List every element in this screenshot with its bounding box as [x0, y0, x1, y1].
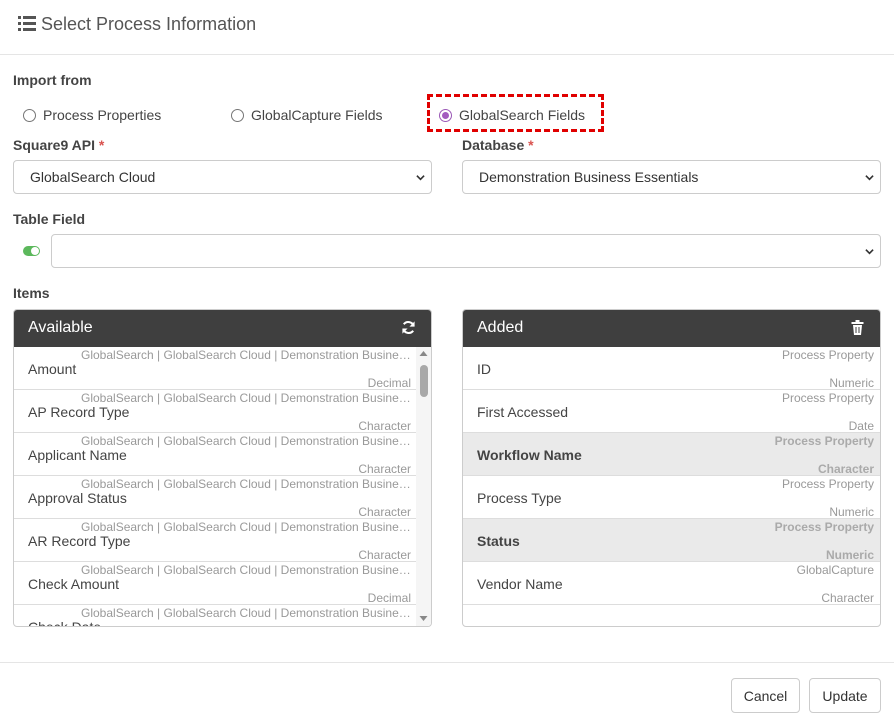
import-from-label: Import from	[13, 72, 92, 88]
item-type: Character	[358, 462, 411, 476]
item-source: GlobalSearch | GlobalSearch Cloud | Demo…	[81, 520, 411, 534]
item-name: Check Amount	[28, 576, 120, 592]
radio-label: Process Properties	[43, 107, 162, 123]
item-source: Process Property	[781, 477, 874, 491]
items-label: Items	[13, 285, 50, 301]
table-field-toggle[interactable]	[23, 246, 40, 256]
cancel-button[interactable]: Cancel	[731, 678, 800, 713]
item-type: Decimal	[367, 591, 411, 605]
item-name: Approval Status	[28, 490, 127, 506]
item-name: First Accessed	[477, 404, 569, 420]
item-name: Vendor Name	[477, 576, 563, 592]
dialog-header: Select Process Information	[0, 0, 894, 55]
list-item[interactable]: GlobalSearch | GlobalSearch Cloud | Demo…	[14, 347, 431, 390]
radio-globalcapture-fields[interactable]: GlobalCapture Fields	[231, 107, 383, 123]
table-field-label: Table Field	[13, 211, 86, 227]
item-name: Check Date	[28, 619, 102, 627]
item-source: Process Property	[781, 391, 874, 405]
api-select-value: GlobalSearch Cloud	[30, 169, 156, 185]
item-source: GlobalSearch | GlobalSearch Cloud | Demo…	[81, 563, 411, 577]
database-select-value: Demonstration Business Essentials	[479, 169, 699, 185]
item-name: ID	[477, 361, 491, 377]
item-type: Character	[358, 548, 411, 562]
dialog-title: Select Process Information	[41, 14, 257, 34]
list-item[interactable]: GlobalSearch | GlobalSearch Cloud | Demo…	[14, 605, 431, 627]
api-select[interactable]: GlobalSearch Cloud	[13, 160, 432, 194]
item-source: Process Property	[781, 348, 874, 362]
item-name: AR Record Type	[28, 533, 131, 549]
available-scrollbar[interactable]	[416, 347, 431, 626]
radio-process-properties[interactable]: Process Properties	[23, 107, 161, 123]
item-source: GlobalSearch | GlobalSearch Cloud | Demo…	[81, 477, 411, 491]
item-name: AP Record Type	[28, 404, 130, 420]
available-title: Available	[28, 319, 93, 336]
radio-circle[interactable]	[23, 108, 36, 122]
highlight-annotation	[427, 94, 604, 132]
trash-icon[interactable]	[850, 320, 865, 335]
scroll-down-icon[interactable]	[419, 615, 428, 622]
item-source: GlobalSearch | GlobalSearch Cloud | Demo…	[81, 434, 411, 448]
list-item-selected[interactable]: Process Property Workflow Name Character	[463, 433, 880, 476]
list-icon	[18, 16, 36, 31]
update-button[interactable]: Update	[809, 678, 881, 713]
item-type: Numeric	[829, 376, 874, 390]
available-header: Available	[14, 310, 431, 347]
item-type: Date	[848, 419, 874, 433]
radio-label: GlobalCapture Fields	[251, 107, 383, 123]
item-name: Process Type	[477, 490, 562, 506]
list-item[interactable]: GlobalSearch | GlobalSearch Cloud | Demo…	[14, 562, 431, 605]
item-type: Numeric	[829, 505, 874, 519]
item-type: Decimal	[367, 376, 411, 390]
list-item[interactable]: GlobalCapture Vendor Name Character	[463, 562, 880, 605]
chevron-down-icon	[416, 175, 425, 181]
footer-divider	[0, 662, 894, 663]
radio-circle[interactable]	[231, 108, 244, 122]
available-list[interactable]: GlobalSearch | GlobalSearch Cloud | Demo…	[14, 347, 431, 627]
api-label: Square9 API *	[13, 137, 105, 153]
added-header: Added	[463, 310, 880, 347]
refresh-icon[interactable]	[401, 320, 416, 335]
item-source: Process Property	[774, 520, 874, 534]
required-marker: *	[98, 137, 105, 153]
added-title: Added	[477, 319, 524, 336]
added-list[interactable]: Process Property ID Numeric Process Prop…	[463, 347, 880, 626]
item-type: Character	[358, 505, 411, 519]
list-item-selected[interactable]: Process Property Status Numeric	[463, 519, 880, 562]
item-name: Workflow Name	[477, 447, 582, 463]
required-marker: *	[528, 137, 534, 153]
added-panel: Added Process Property ID Numeric Proces…	[462, 309, 881, 627]
scroll-up-icon[interactable]	[419, 350, 428, 357]
item-source: GlobalSearch | GlobalSearch Cloud | Demo…	[81, 391, 411, 405]
database-label: Database *	[462, 137, 534, 153]
item-name: Applicant Name	[28, 447, 127, 463]
chevron-down-icon	[865, 249, 874, 255]
database-select[interactable]: Demonstration Business Essentials	[462, 160, 881, 194]
item-type: Character	[358, 419, 411, 433]
list-item[interactable]: GlobalSearch | GlobalSearch Cloud | Demo…	[14, 390, 431, 433]
item-source: Process Property	[774, 434, 874, 448]
list-item[interactable]: GlobalSearch | GlobalSearch Cloud | Demo…	[14, 476, 431, 519]
item-source: GlobalCapture	[796, 563, 874, 577]
available-panel: Available GlobalSearch | GlobalSearch Cl…	[13, 309, 432, 627]
chevron-down-icon	[865, 175, 874, 181]
list-item[interactable]: GlobalSearch | GlobalSearch Cloud | Demo…	[14, 433, 431, 476]
list-item[interactable]: Process Property Process Type Numeric	[463, 476, 880, 519]
item-source: GlobalSearch | GlobalSearch Cloud | Demo…	[81, 606, 411, 620]
item-name: Status	[477, 533, 520, 549]
item-name: Amount	[28, 361, 77, 377]
list-item[interactable]: Process Property First Accessed Date	[463, 390, 880, 433]
list-item[interactable]: GlobalSearch | GlobalSearch Cloud | Demo…	[14, 519, 431, 562]
table-field-select[interactable]	[51, 234, 881, 268]
item-type: Character	[821, 591, 874, 605]
item-type: Character	[817, 462, 874, 476]
list-item[interactable]: Process Property ID Numeric	[463, 347, 880, 390]
item-type: Numeric	[825, 548, 874, 562]
scroll-thumb[interactable]	[420, 365, 428, 397]
item-source: GlobalSearch | GlobalSearch Cloud | Demo…	[81, 348, 411, 362]
